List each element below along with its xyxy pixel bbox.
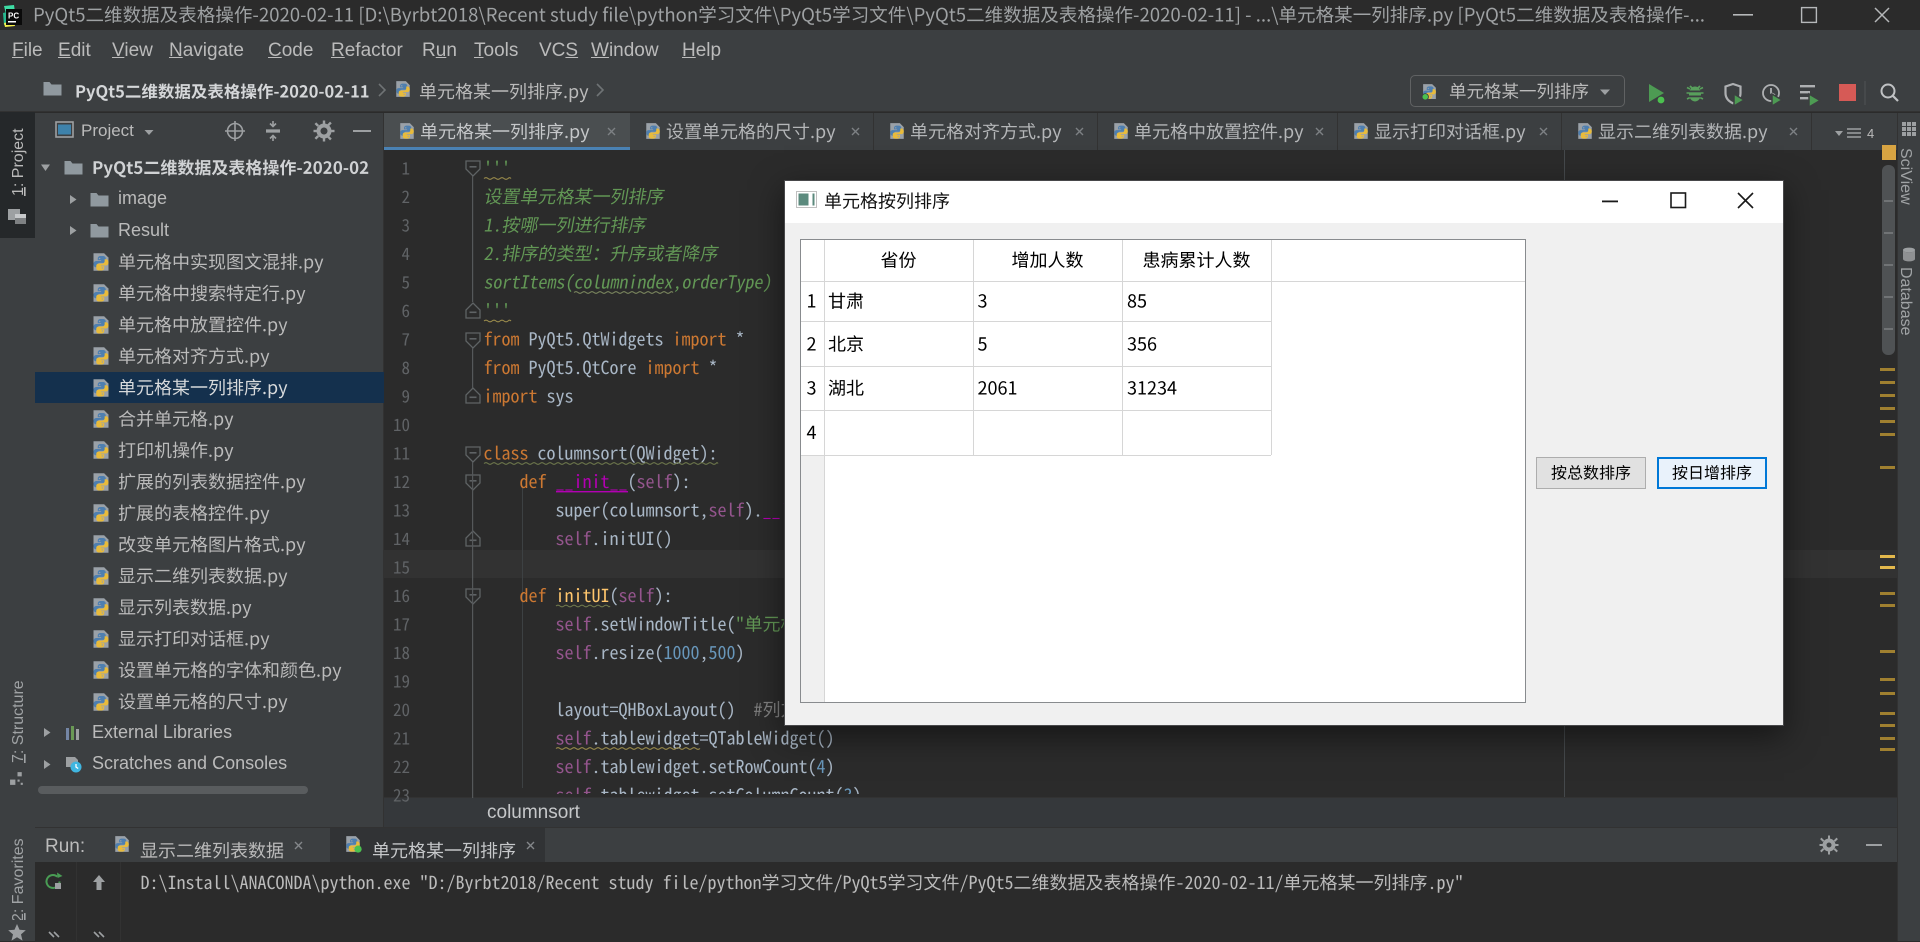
svg-text:2: Favorites: 2: Favorites [10, 838, 27, 920]
svg-text:SciView: SciView [1897, 148, 1914, 205]
svg-text:4: 4 [1867, 126, 1874, 141]
svg-text:1: Project: 1: Project [10, 128, 27, 196]
svg-text:Database: Database [1897, 267, 1914, 336]
svg-text:7: Structure: 7: Structure [10, 680, 27, 763]
